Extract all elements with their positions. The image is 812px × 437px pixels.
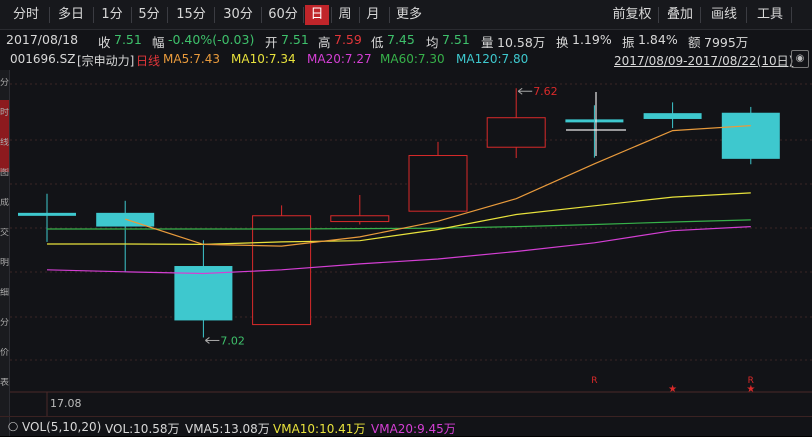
- vol-value: VOL:10.58万: [105, 422, 180, 436]
- stock-chart-app: 分时 多日 1分 5分 15分 30分 60分 日 周 月 更多 前复权 叠加 …: [0, 0, 812, 436]
- tab-intraday[interactable]: 分时: [6, 5, 46, 25]
- candle-body: [174, 266, 233, 321]
- quote-info-line: 2017/08/18 收 7.51 幅 -0.40%(-0.03) 开 7.51…: [6, 32, 749, 50]
- candle-body: [721, 112, 780, 159]
- side-tab-char[interactable]: 分: [0, 78, 9, 88]
- stock-name: [宗申动力]: [77, 54, 135, 68]
- tab-30min[interactable]: 30分: [217, 5, 259, 25]
- side-tab-char[interactable]: 分: [0, 318, 9, 328]
- candle-body: [486, 117, 546, 148]
- signal-mark: ★: [746, 384, 755, 395]
- side-tab-char[interactable]: 细: [0, 288, 9, 298]
- vol-prefix: VOL(5,10,20): [22, 420, 102, 434]
- low-label: 7.02: [220, 334, 245, 347]
- volume-indicator-bar: ◯ VOL(5,10,20) VOL:10.58万 VMA5:13.08万 VM…: [0, 416, 812, 437]
- ma60-label: MA60:7.30: [380, 52, 445, 66]
- change-value: -0.40%(-0.03): [168, 32, 255, 47]
- tab-60min[interactable]: 60分: [263, 5, 303, 25]
- ma10-label: MA10:7.34: [231, 52, 296, 66]
- indicator-line: 001696.SZ [宗申动力] 日线 MA5:7.43 MA10:7.34 M…: [0, 50, 812, 69]
- high-price: 7.59: [334, 32, 362, 47]
- side-tab-char[interactable]: 表: [0, 378, 9, 388]
- candle-body: [408, 155, 468, 212]
- candle-body: [330, 215, 390, 223]
- date-range[interactable]: 2017/08/09-2017/08/22(10日): [614, 52, 793, 69]
- signal-mark: ★: [668, 384, 677, 395]
- tools-button[interactable]: 工具: [752, 5, 788, 25]
- side-tab-char[interactable]: 价: [0, 348, 9, 358]
- ma120-label: MA120:7.80: [456, 52, 529, 66]
- collapse-icon[interactable]: ◯: [8, 422, 18, 432]
- candle-body: [565, 119, 624, 123]
- period-label[interactable]: 日线: [136, 52, 160, 69]
- overlay-button[interactable]: 叠加: [662, 5, 698, 25]
- quote-date: 2017/08/18: [6, 32, 79, 47]
- vma10-value: VMA10:10.41万: [273, 422, 366, 436]
- close-price: 7.51: [114, 32, 142, 47]
- side-tab-char[interactable]: 明: [0, 258, 9, 268]
- tab-daily[interactable]: 日: [305, 5, 329, 25]
- ma20-line: [46, 226, 751, 275]
- low-price: 7.45: [387, 32, 415, 47]
- candle-body: [643, 113, 702, 119]
- turnover-value: 1.19%: [572, 32, 612, 47]
- tab-weekly[interactable]: 周: [333, 5, 357, 25]
- ma20-label: MA20:7.27: [307, 52, 372, 66]
- tab-1min[interactable]: 1分: [96, 5, 128, 25]
- side-tab-char[interactable]: 交: [0, 228, 9, 238]
- tab-5min[interactable]: 5分: [134, 5, 164, 25]
- high-label: 7.62: [533, 85, 558, 98]
- side-tab-char[interactable]: 成: [0, 198, 9, 208]
- avg-price: 7.51: [442, 32, 470, 47]
- candlestick-chart[interactable]: 7.627.02R★R★17.08: [0, 70, 812, 416]
- signal-mark: R: [591, 376, 597, 386]
- tab-15min[interactable]: 15分: [170, 5, 212, 25]
- settings-icon[interactable]: ◉: [791, 50, 809, 68]
- period-toolbar: 分时 多日 1分 5分 15分 30分 60分 日 周 月 更多 前复权 叠加 …: [0, 0, 812, 30]
- side-tab-char[interactable]: 时: [0, 108, 9, 118]
- vma20-value: VMA20:9.45万: [371, 422, 456, 436]
- side-tab-char[interactable]: 线: [0, 138, 9, 148]
- tab-more[interactable]: 更多: [391, 5, 427, 25]
- tab-multi-day[interactable]: 多日: [52, 5, 90, 25]
- vma5-value: VMA5:13.08万: [185, 422, 270, 436]
- tab-monthly[interactable]: 月: [361, 5, 385, 25]
- x-tick-label: 17.08: [50, 397, 82, 410]
- side-tab-strip: 分时线图成交明细分价表: [0, 70, 10, 436]
- amount-value: 7995万: [704, 35, 749, 50]
- adjust-forward-button[interactable]: 前复权: [608, 5, 656, 25]
- draw-line-button[interactable]: 画线: [706, 5, 742, 25]
- amplitude-value: 1.84%: [638, 32, 678, 47]
- candle-body: [18, 212, 76, 216]
- volume-value: 10.58万: [497, 35, 546, 50]
- stock-code: 001696.SZ: [10, 52, 76, 66]
- open-price: 7.51: [281, 32, 309, 47]
- side-tab-char[interactable]: 图: [0, 168, 9, 178]
- ma5-label: MA5:7.43: [163, 52, 220, 66]
